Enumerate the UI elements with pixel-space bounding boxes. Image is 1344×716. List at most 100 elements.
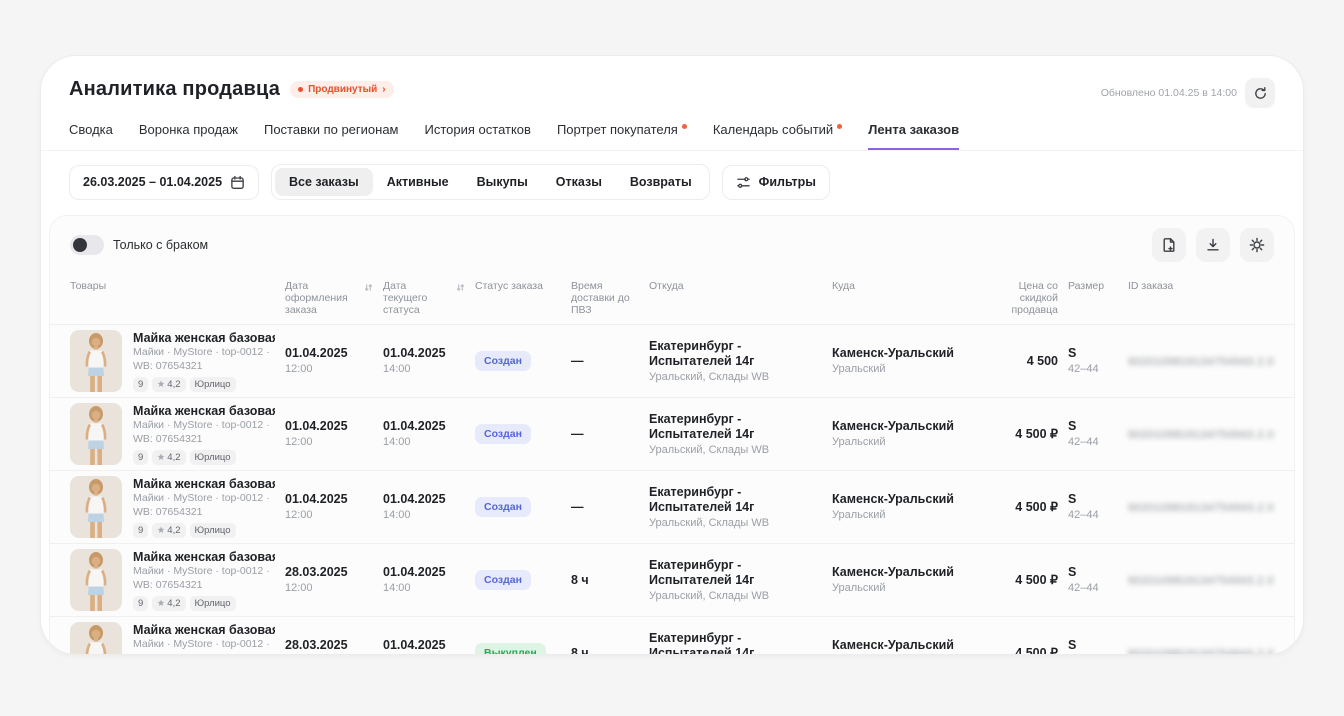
product-meta: Майки · MyStore · top-0012 ·	[133, 492, 275, 505]
tab-3[interactable]: Поставки по регионам	[264, 122, 399, 150]
product-badge: Юрлицо	[190, 377, 236, 392]
status-badge: Создан	[475, 497, 531, 517]
order-id-cell: 9020109819134754943.2.0	[1128, 427, 1284, 441]
order-time: 12:00	[285, 436, 373, 449]
column-header-3[interactable]: Дата текущего статуса	[383, 280, 475, 316]
delivery-time-cell: —	[571, 427, 649, 442]
filters-sliders-icon	[736, 175, 751, 190]
table-row[interactable]: Майка женская базовая под пи... Майки · …	[50, 397, 1294, 470]
column-header-5: Время доставки до ПВЗ	[571, 280, 649, 316]
defect-only-toggle[interactable]: Только с браком	[70, 235, 208, 255]
from-subtitle: Уральский, Склады WB	[649, 444, 822, 457]
product-wb-number: WB: 07654321	[133, 579, 275, 592]
to-subtitle: Уральский	[832, 436, 970, 449]
download-button[interactable]	[1196, 228, 1230, 262]
export-file-button[interactable]	[1152, 228, 1186, 262]
segment-2[interactable]: Активные	[373, 168, 463, 196]
to-cell: Каменск-УральскийУральский	[832, 492, 980, 522]
table-row[interactable]: Майка женская базовая под пи... Майки · …	[50, 616, 1294, 655]
table-row[interactable]: Майка женская базовая под пи... Майки · …	[50, 543, 1294, 616]
from-subtitle: Уральский, Склады WB	[649, 371, 822, 384]
calendar-icon	[230, 175, 245, 190]
status-date-cell: 01.04.202514:00	[383, 565, 475, 595]
from-title: Екатеринбург - Испытателей 14г	[649, 339, 822, 369]
notification-dot-icon	[837, 124, 842, 129]
delivery-time-cell: 8 ч	[571, 646, 649, 656]
toggle-switch-icon	[70, 235, 104, 255]
order-filter-segments: Все заказыАктивныеВыкупыОтказыВозвраты	[271, 164, 710, 200]
product-badge: 4,2	[152, 450, 185, 465]
to-title: Каменск-Уральский	[832, 492, 970, 507]
column-header-8: Цена со скидкой продавца	[980, 280, 1068, 316]
to-subtitle: Уральский	[832, 363, 970, 376]
order-date: 01.04.2025	[285, 346, 373, 361]
product-badge: 4,2	[152, 377, 185, 392]
tab-2[interactable]: Воронка продаж	[139, 122, 238, 150]
tab-6[interactable]: Календарь событий	[713, 122, 842, 150]
segment-1[interactable]: Все заказы	[275, 168, 373, 196]
order-date: 01.04.2025	[285, 419, 373, 434]
table-row[interactable]: Майка женская базовая под пи... Майки · …	[50, 324, 1294, 397]
table-body: Майка женская базовая под пи... Майки · …	[50, 324, 1294, 655]
order-date: 28.03.2025	[285, 638, 373, 653]
size-alt: 42–44	[1068, 582, 1118, 595]
seller-analytics-card: Аналитика продавца Продвинутый › Обновле…	[40, 55, 1304, 655]
from-title: Екатеринбург - Испытателей 14г	[649, 412, 822, 442]
status-date: 01.04.2025	[383, 419, 465, 434]
status-cell: Создан	[475, 351, 571, 371]
product-badge: 9	[133, 596, 148, 611]
order-id-cell: 9020109819134754943.2.0	[1128, 354, 1284, 368]
tab-1[interactable]: Сводка	[69, 122, 113, 150]
table-settings-button[interactable]	[1240, 228, 1274, 262]
order-id-blurred: 9020109819134754943.2.0	[1128, 648, 1274, 655]
product-image	[70, 549, 122, 611]
segment-5[interactable]: Возвраты	[616, 168, 706, 196]
plan-dot-icon	[298, 87, 303, 92]
order-id-blurred: 9020109819134754943.2.0	[1128, 356, 1274, 368]
size: S	[1068, 638, 1118, 653]
plan-badge[interactable]: Продвинутый ›	[290, 81, 394, 98]
order-id-blurred: 9020109819134754943.2.0	[1128, 575, 1274, 587]
size-alt: 42–44	[1068, 436, 1118, 449]
refresh-button[interactable]	[1245, 78, 1275, 108]
sort-icon	[364, 283, 373, 295]
tab-4[interactable]: История остатков	[425, 122, 531, 150]
price-cell: 4 500	[980, 354, 1068, 369]
status-date: 01.04.2025	[383, 492, 465, 507]
product-image	[70, 622, 122, 655]
product-title: Майка женская базовая под пи...	[133, 623, 275, 637]
status-date-cell: 01.04.202514:00	[383, 638, 475, 655]
card-header: Аналитика продавца Продвинутый › Обновле…	[41, 56, 1303, 108]
segment-3[interactable]: Выкупы	[463, 168, 542, 196]
date-range-picker[interactable]: 26.03.2025 – 01.04.2025	[69, 165, 259, 200]
product-cell: Майка женская базовая под пи... Майки · …	[70, 330, 285, 392]
order-id-blurred: 9020109819134754943.2.0	[1128, 429, 1274, 441]
order-date-cell: 28.03.202512:00	[285, 638, 383, 655]
product-title: Майка женская базовая под пи...	[133, 477, 275, 491]
status-date-cell: 01.04.2025 14:00	[383, 419, 475, 449]
filters-button[interactable]: Фильтры	[722, 165, 830, 200]
tab-label: Сводка	[69, 122, 113, 137]
date-range-label: 26.03.2025 – 01.04.2025	[83, 175, 222, 189]
from-title: Екатеринбург - Испытателей 14г	[649, 485, 822, 515]
column-header-6: Откуда	[649, 280, 832, 316]
status-badge: Создан	[475, 570, 531, 590]
tab-5[interactable]: Портрет покупателя	[557, 122, 687, 150]
tab-label: Портрет покупателя	[557, 122, 678, 137]
tab-7[interactable]: Лента заказов	[868, 122, 959, 150]
product-badge: 9	[133, 450, 148, 465]
column-header-2[interactable]: Дата оформления заказа	[285, 280, 383, 316]
status-date: 01.04.2025	[383, 346, 465, 361]
tab-label: История остатков	[425, 122, 531, 137]
order-time: 12:00	[285, 363, 373, 376]
segment-4[interactable]: Отказы	[542, 168, 616, 196]
product-cell: Майка женская базовая под пи... Майки · …	[70, 622, 285, 655]
product-meta: Майки · MyStore · top-0012 ·	[133, 346, 275, 359]
size-cell: S42–44	[1068, 638, 1128, 655]
from-cell: Екатеринбург - Испытателей 14гУральский,…	[649, 558, 832, 603]
download-icon	[1205, 237, 1221, 253]
defect-only-label: Только с браком	[113, 238, 208, 252]
table-row[interactable]: Майка женская базовая под пи... Майки · …	[50, 470, 1294, 543]
order-id-cell: 9020109819134754943.2.0	[1128, 500, 1284, 514]
status-time: 14:00	[383, 436, 465, 449]
